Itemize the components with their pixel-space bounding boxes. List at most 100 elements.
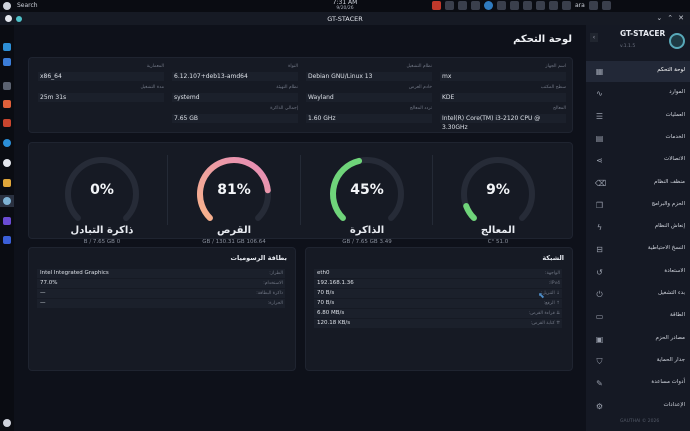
services-icon: ▤ (595, 133, 604, 143)
gauge-subtext: GB / 7.65 GB 3.49 (342, 239, 392, 245)
info-label: النواة (288, 64, 298, 69)
row-value: 6.80 MB/s (317, 310, 345, 316)
sidebar-item[interactable]: ∿ الموارد (586, 83, 690, 104)
sidebar-item-label: الحزم والبرامج (651, 200, 685, 207)
info-value: Wayland (306, 93, 432, 102)
sidebar-item[interactable]: ▦ لوحة التحكم (586, 61, 690, 82)
window-titlebar[interactable]: GT-STACER ⌄ ⌃ ✕ (0, 12, 690, 25)
info-value: 6.12.107+deb13-amd64 (172, 72, 298, 81)
sidebar-item[interactable]: ▣ مصادر الحزم (586, 329, 690, 350)
sidebar-item-label: النسخ الاحتياطية (647, 245, 685, 252)
bluetooth-icon[interactable] (523, 1, 532, 10)
sidebar-item-label: الموارد (669, 89, 685, 96)
sidebar-item-label: لوحة التحكم (657, 67, 685, 73)
sidebar-item[interactable]: ⊟ النسخ الاحتياطية (586, 239, 690, 260)
row-label: ذاكرة البطاقة: (256, 291, 283, 296)
window-title: GT-STACER (327, 15, 363, 23)
calendar-icon[interactable] (432, 1, 441, 10)
info-value: 7.65 GB (172, 114, 298, 123)
email-icon[interactable] (445, 1, 454, 10)
power-menu-icon[interactable] (601, 1, 611, 10)
github-icon[interactable] (3, 159, 11, 167)
sidebar-footer: GAUTHAI © 2026 (620, 419, 660, 424)
app-launcher-icon[interactable] (3, 43, 11, 51)
gt-stacer-dock-icon[interactable] (3, 197, 11, 205)
sidebar-item[interactable]: ⛉ جدار الحماية (586, 351, 690, 372)
discord-icon[interactable] (3, 217, 11, 225)
row-label: الاستخدام: (263, 281, 283, 286)
sidebar-item[interactable]: ϟ إنعاش النظام (586, 217, 690, 238)
gauge-name: القرص (216, 225, 252, 236)
gear-icon: ⚙ (595, 401, 604, 411)
desktop: Search 7:31 AM 9/20/26 ara GT-STACER ⌄ ⌃… (0, 0, 690, 431)
sidebar-item[interactable]: ⚙ الإعدادات (586, 396, 690, 417)
media-icon[interactable] (3, 119, 11, 127)
sidebar-item[interactable]: ☰ العمليات (586, 106, 690, 127)
volume-icon[interactable] (562, 1, 571, 10)
gpu-title: بطاقة الرسوميات (230, 254, 287, 262)
row-value: 70 B/s (317, 290, 335, 296)
system-logo-icon[interactable] (3, 419, 11, 427)
restore-icon: ↺ (596, 267, 603, 277)
sidebar-item-label: الاستعادة (664, 267, 685, 274)
gauge-name: ذاكرة التبادل (70, 225, 134, 236)
arrow-icon[interactable] (588, 1, 598, 10)
row-value: 120.18 KB/s (317, 320, 351, 326)
display-icon[interactable] (549, 1, 558, 10)
info-label: المعمارية (146, 64, 164, 69)
gauge: 45% الذاكرة GB / 7.65 GB 3.49 (327, 154, 407, 249)
backup-icon: ⊟ (596, 245, 603, 255)
sidebar-item-label: الاتصالات (664, 156, 685, 163)
package-app-icon[interactable] (3, 179, 11, 187)
settings-app-icon[interactable] (3, 139, 11, 147)
launcher-icon[interactable] (3, 2, 11, 10)
clock[interactable]: 7:31 AM 9/20/26 (330, 0, 360, 12)
row-value: — (40, 290, 46, 296)
info-label: نظام التهيئة (276, 85, 298, 90)
clipboard-icon[interactable] (536, 1, 545, 10)
top-panel: Search 7:31 AM 9/20/26 ara (0, 0, 690, 12)
sidebar-item[interactable]: ↺ الاستعادة (586, 262, 690, 283)
window-controls: ⌄ ⌃ ✕ (656, 14, 684, 22)
network-icon[interactable] (484, 1, 493, 10)
info-label: اسم الجهاز (545, 64, 566, 69)
gauge-percent: 45% (350, 182, 384, 198)
collapse-sidebar-button[interactable]: ‹ (590, 33, 598, 42)
sidebar-item[interactable]: ▤ الخدمات (586, 128, 690, 149)
sidebar-item[interactable]: ⌫ منظف النظام (586, 173, 690, 194)
info-value: mx (440, 72, 566, 81)
processes-icon: ☰ (595, 111, 604, 121)
sliders-icon[interactable] (471, 1, 480, 10)
gauge-percent: 9% (486, 182, 510, 198)
sidebar-item-label: الإعدادات (663, 401, 685, 408)
app-version: v.1.1.5 (620, 44, 636, 49)
sidebar-item[interactable]: ⏻ بدء التشغيل (586, 284, 690, 305)
audio-icon[interactable] (510, 1, 519, 10)
gauge: 9% المعالج C° 51.0 (458, 154, 538, 249)
sidebar-item[interactable]: ▭ الطاقة (586, 306, 690, 327)
cloud-icon[interactable] (497, 1, 506, 10)
info-value: 1.60 GHz (306, 114, 432, 123)
app-dock (0, 25, 14, 431)
gauge-name: الذاكرة (349, 225, 385, 236)
sidebar-item[interactable]: ⋖ الاتصالات (586, 150, 690, 171)
shield-app-icon[interactable] (3, 236, 11, 244)
battery-icon: ▭ (595, 312, 604, 322)
gauge-subtext: C° 51.0 (487, 239, 509, 245)
terminal-icon[interactable] (3, 82, 11, 90)
gauge-subtext: GB / 130.31 GB 106.64 (202, 239, 266, 245)
sidebar-item[interactable]: ✎ أدوات مساعدة (586, 373, 690, 394)
search-button[interactable]: Search (17, 2, 38, 9)
sidebar-item[interactable]: ❒ الحزم والبرامج (586, 195, 690, 216)
file-manager-icon[interactable] (3, 58, 11, 66)
system-tray: ara (432, 1, 611, 10)
minimize-icon[interactable]: ⌄ (656, 14, 662, 22)
close-icon[interactable]: ✕ (678, 14, 684, 22)
keyboard-layout[interactable]: ara (575, 2, 585, 9)
browser-icon[interactable] (3, 100, 11, 108)
sidebar-item-label: العمليات (665, 111, 685, 118)
gauge: 81% القرص GB / 130.31 GB 106.64 (194, 154, 274, 249)
sidebar-item-label: جدار الحماية (656, 356, 685, 363)
bell-icon[interactable] (458, 1, 467, 10)
maximize-icon[interactable]: ⌃ (667, 14, 673, 22)
